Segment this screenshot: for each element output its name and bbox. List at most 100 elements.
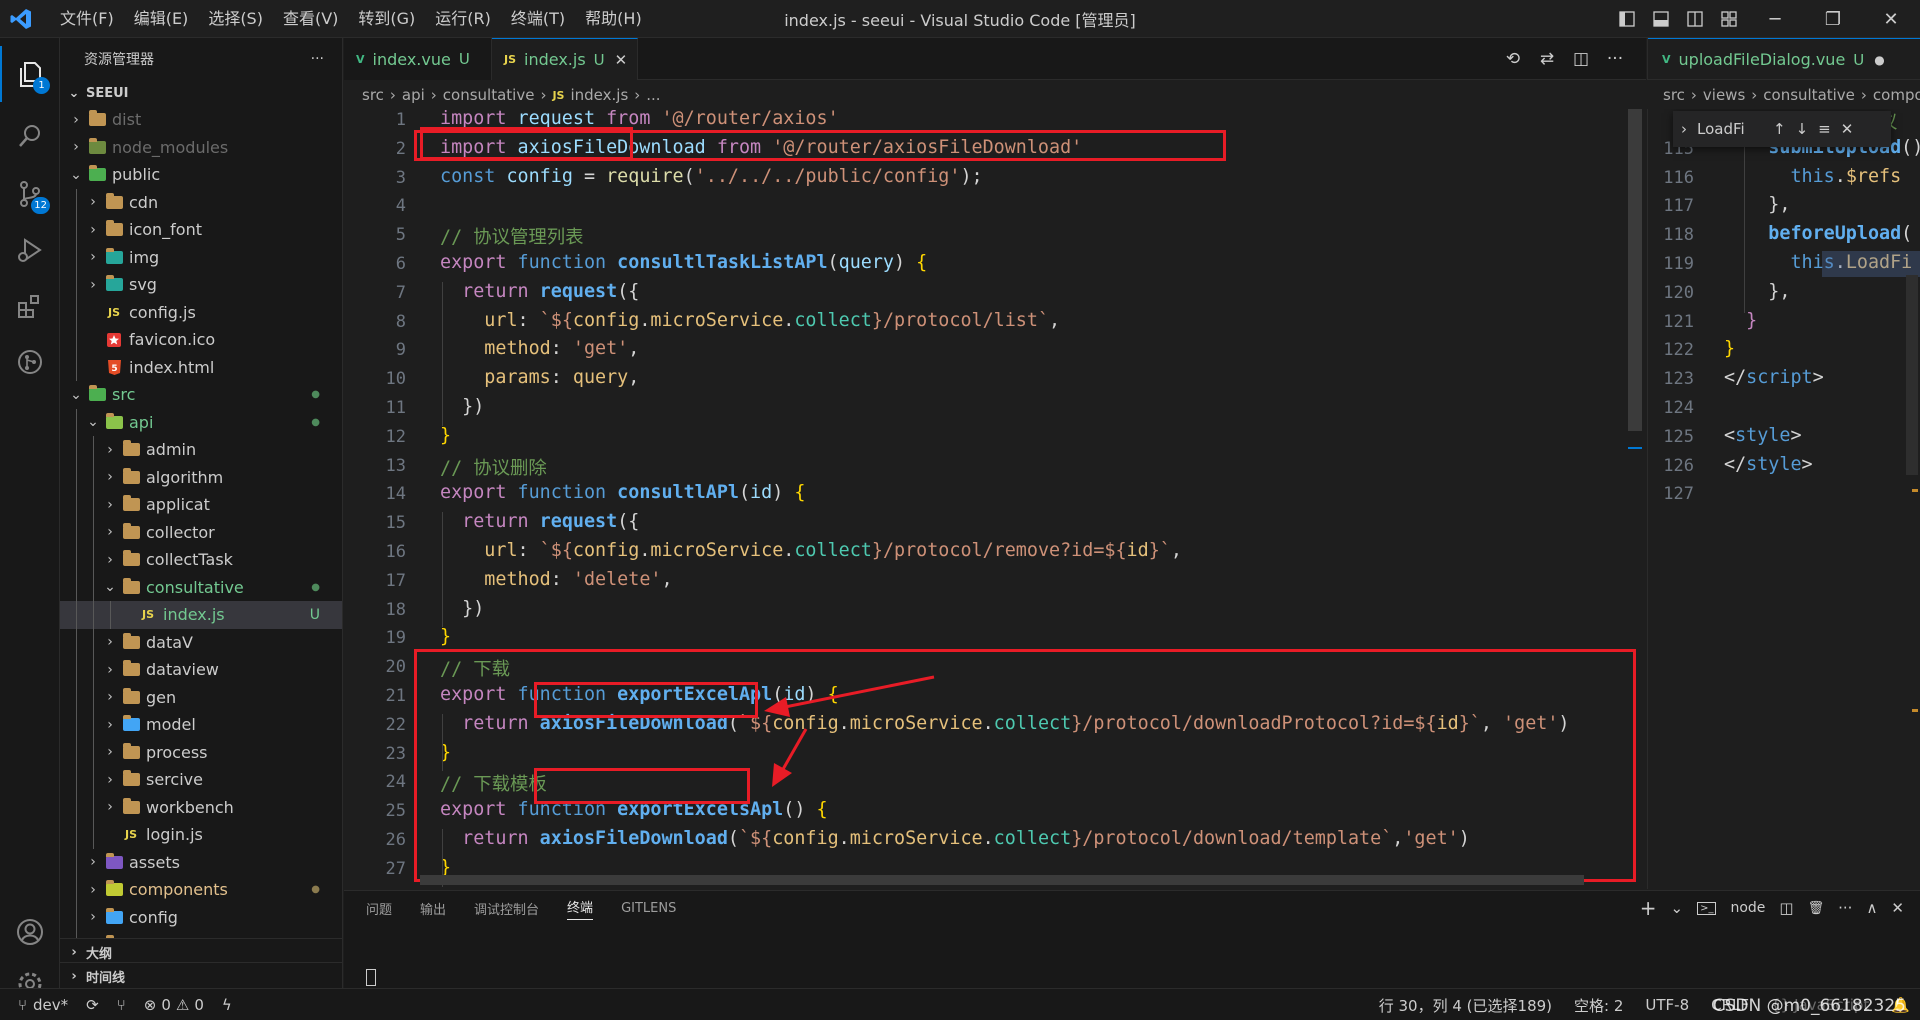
breadcrumb-item[interactable]: api: [402, 86, 425, 104]
next-match-icon[interactable]: ↓: [1796, 120, 1809, 138]
breadcrumb-item[interactable]: ...: [646, 86, 660, 104]
code-editor-secondary[interactable]: // 上传协议115 submitUpload() {116 this.$ref…: [1647, 109, 1920, 889]
tree-item[interactable]: › applicat: [60, 491, 342, 519]
tree-item[interactable]: › img: [60, 243, 342, 271]
split-editor-icon[interactable]: ◫: [1564, 49, 1598, 69]
account-icon[interactable]: [0, 904, 60, 960]
find-input[interactable]: LoadFi: [1697, 120, 1763, 138]
code-line[interactable]: }): [440, 396, 484, 417]
search-icon[interactable]: [0, 108, 60, 164]
branch-status[interactable]: ⑂ dev*: [18, 996, 68, 1014]
lightning-icon[interactable]: ϟ: [222, 996, 232, 1014]
menu-item[interactable]: 选择(S): [198, 0, 273, 38]
chevron-down-icon[interactable]: ⌄: [1671, 899, 1684, 917]
terminal-cursor[interactable]: [366, 969, 376, 986]
code-line[interactable]: // 下载: [440, 655, 510, 681]
menu-item[interactable]: 运行(R): [425, 0, 501, 38]
code-line[interactable]: import axiosFileDownload from '@/router/…: [440, 137, 1082, 158]
cursor-position[interactable]: 行 30，列 4 (已选择189): [1379, 995, 1552, 1016]
code-line[interactable]: return request({: [440, 511, 639, 532]
close-find-icon[interactable]: ✕: [1841, 120, 1854, 138]
restore-icon[interactable]: ❐: [1804, 0, 1862, 38]
code-line[interactable]: return axiosFileDownload(`${config.micro…: [440, 828, 1470, 849]
code-line[interactable]: this.$refs: [1724, 166, 1901, 187]
code-line[interactable]: }: [1724, 310, 1757, 331]
git-graph-icon[interactable]: ⑂: [117, 996, 126, 1014]
code-line[interactable]: </script>: [1724, 367, 1824, 388]
close-window-icon[interactable]: ✕: [1862, 0, 1920, 38]
toggle-replace-icon[interactable]: ›: [1681, 120, 1687, 138]
panel-tab[interactable]: 调试控制台: [474, 899, 539, 918]
panel-tab[interactable]: 终端: [567, 897, 594, 920]
toggle-panel-icon[interactable]: [1644, 0, 1678, 38]
tab-index-vue[interactable]: Vindex.vue U: [344, 38, 492, 80]
breadcrumb-item[interactable]: consultative: [443, 86, 535, 104]
toggle-secondary-sidebar-icon[interactable]: [1678, 0, 1712, 38]
panel-tab[interactable]: GITLENS: [621, 901, 676, 916]
language-mode[interactable]: {} JavaScript: [1771, 996, 1869, 1014]
encoding[interactable]: UTF-8: [1645, 996, 1689, 1014]
tree-item[interactable]: ⌄ consultative ●: [60, 573, 342, 601]
code-line[interactable]: export function exportExcelApl(id) {: [440, 684, 839, 705]
menu-item[interactable]: 帮助(H): [575, 0, 652, 38]
tree-item[interactable]: › process: [60, 738, 342, 766]
tree-item[interactable]: › admin: [60, 436, 342, 464]
breadcrumb-item[interactable]: src: [1663, 86, 1685, 104]
notifications-icon[interactable]: 🔔: [1891, 996, 1910, 1014]
tree-item[interactable]: favicon.ico: [60, 326, 342, 354]
tree-item[interactable]: › gen: [60, 683, 342, 711]
explorer-more-icon[interactable]: ···: [311, 51, 324, 67]
editor-scrollbar-thumb[interactable]: [1628, 109, 1642, 431]
problems-status[interactable]: ⊗ 0 ⚠ 0: [144, 996, 204, 1014]
code-line[interactable]: }: [440, 425, 451, 446]
tree-item[interactable]: › model: [60, 711, 342, 739]
editor-scrollbar-thumb[interactable]: [1906, 275, 1918, 475]
code-line[interactable]: method: 'get',: [440, 338, 639, 359]
close-panel-icon[interactable]: ✕: [1891, 899, 1904, 917]
tree-item[interactable]: › icon_font: [60, 216, 342, 244]
code-line[interactable]: export function consultlAPl(id) {: [440, 482, 805, 503]
tree-item[interactable]: › workbench: [60, 793, 342, 821]
source-control-icon[interactable]: 12: [0, 166, 60, 222]
code-line[interactable]: return request({: [440, 281, 639, 302]
compare-changes-icon[interactable]: ⇄: [1530, 49, 1564, 69]
end-of-line[interactable]: CRLF: [1711, 996, 1749, 1014]
code-line[interactable]: // 下载模板: [440, 770, 547, 796]
sync-icon[interactable]: ⟳: [86, 996, 99, 1014]
find-in-selection-icon[interactable]: ≡: [1818, 120, 1831, 138]
tree-item[interactable]: ⌄ src ●: [60, 381, 342, 409]
indentation[interactable]: 空格: 2: [1574, 995, 1623, 1016]
tree-item[interactable]: › collectTask: [60, 546, 342, 574]
code-line[interactable]: params: query,: [440, 367, 639, 388]
unsaved-dot-icon[interactable]: ●: [1874, 53, 1884, 67]
code-line[interactable]: const config = require('../../../public/…: [440, 166, 983, 187]
code-line[interactable]: export function consultlTaskListAPl(quer…: [440, 252, 927, 273]
tab-index-js[interactable]: JS index.js U ✕: [492, 38, 638, 80]
extensions-icon[interactable]: [0, 278, 60, 334]
breadcrumb-item[interactable]: consultative: [1763, 86, 1855, 104]
gitlens-icon[interactable]: [0, 334, 60, 390]
tree-item[interactable]: › collector: [60, 518, 342, 546]
outline-section[interactable]: › 大纲: [60, 938, 342, 965]
tree-item[interactable]: › cdn: [60, 188, 342, 216]
code-line[interactable]: beforeUpload(: [1724, 223, 1912, 244]
code-line[interactable]: // 协议删除: [440, 454, 547, 480]
previous-match-icon[interactable]: ↑: [1773, 120, 1786, 138]
close-tab-icon[interactable]: ✕: [615, 51, 628, 69]
kill-terminal-icon[interactable]: 🗑: [1808, 901, 1825, 916]
menu-item[interactable]: 文件(F): [50, 0, 124, 38]
horizontal-scrollbar-thumb[interactable]: [420, 875, 1584, 885]
timeline-history-icon[interactable]: ⟲: [1496, 49, 1530, 69]
tree-item[interactable]: ⌄ api ●: [60, 408, 342, 436]
tree-item[interactable]: › sercive: [60, 766, 342, 794]
workspace-root[interactable]: ⌄ SEEUI: [60, 80, 342, 106]
code-line[interactable]: }): [440, 598, 484, 619]
panel-tab[interactable]: 问题: [366, 899, 392, 918]
tree-item[interactable]: › dataview: [60, 656, 342, 684]
code-line[interactable]: },: [1724, 194, 1790, 215]
customize-layout-icon[interactable]: [1712, 0, 1746, 38]
terminal-name[interactable]: node: [1730, 900, 1765, 916]
tree-item[interactable]: JS login.js: [60, 821, 342, 849]
code-line[interactable]: }: [1724, 338, 1735, 359]
tree-item[interactable]: › dataV: [60, 628, 342, 656]
